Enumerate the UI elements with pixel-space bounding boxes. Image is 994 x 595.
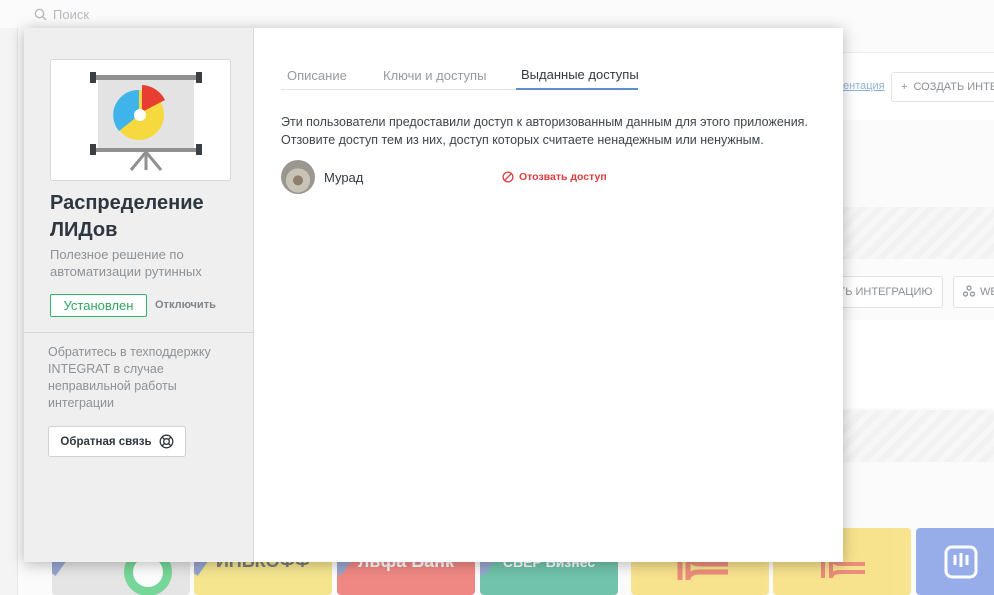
webhook-icon xyxy=(962,284,976,300)
left-strip xyxy=(0,28,18,595)
block-icon xyxy=(502,171,514,183)
app-description: Полезное решение по автоматизации рутинн… xyxy=(50,247,202,279)
background-band xyxy=(843,207,994,259)
user-access-row: Мурад Отозвать доступ xyxy=(281,160,821,194)
app-logo-card xyxy=(50,59,231,181)
modal-tabs: Описание Ключи и доступы Выданные доступ… xyxy=(281,61,639,90)
disable-link[interactable]: Отключить xyxy=(155,299,216,311)
presentation-board-icon xyxy=(90,72,202,171)
lifebuoy-icon xyxy=(159,434,174,449)
plus-icon: + xyxy=(901,81,908,93)
user-name: Мурад xyxy=(324,169,364,185)
background-panel xyxy=(843,320,994,408)
avatar xyxy=(281,160,315,194)
feedback-button[interactable]: Обратная связь xyxy=(48,426,186,457)
search-icon xyxy=(34,8,47,21)
app-tile[interactable] xyxy=(916,528,994,595)
search-field[interactable]: Поиск xyxy=(34,5,89,23)
installed-status-badge: Установлен xyxy=(50,294,147,317)
background-band xyxy=(843,410,994,462)
create-integration-label: СОЗДАТЬ ИНТЕ xyxy=(913,81,994,93)
sidebar-divider xyxy=(24,332,253,333)
modal-sidebar: Распределение ЛИДов Полезное решение по … xyxy=(24,28,254,562)
modal-content: Описание Ключи и доступы Выданные доступ… xyxy=(254,28,843,562)
app-details-modal: Распределение ЛИДов Полезное решение по … xyxy=(24,28,843,562)
documentation-link[interactable]: ентация xyxy=(843,80,885,92)
add-integration-button[interactable]: ТЬ ИНТЕГРАЦИЮ xyxy=(828,276,943,308)
revoke-access-label: Отозвать доступ xyxy=(519,171,607,183)
tab-description[interactable]: Описание xyxy=(281,61,377,90)
tab-keys-and-access[interactable]: Ключи и доступы xyxy=(377,61,516,90)
add-integration-label: ТЬ ИНТЕГРАЦИЮ xyxy=(838,286,933,298)
revoke-access-button[interactable]: Отозвать доступ xyxy=(502,171,607,183)
app-title: Распределение ЛИДов xyxy=(50,192,204,241)
feedback-button-label: Обратная связь xyxy=(60,435,152,448)
search-placeholder: Поиск xyxy=(53,6,90,22)
webhook-button[interactable]: WE xyxy=(953,276,994,308)
create-integration-button[interactable]: + СОЗДАТЬ ИНТЕ xyxy=(891,72,994,102)
support-text: Обратитесь в техподдержку INTEGRAT в слу… xyxy=(48,345,211,410)
granted-access-info: Эти пользователи предоставили доступ к а… xyxy=(281,115,808,147)
webhook-label: WE xyxy=(980,286,994,298)
tab-granted-access[interactable]: Выданные доступы xyxy=(516,61,639,90)
